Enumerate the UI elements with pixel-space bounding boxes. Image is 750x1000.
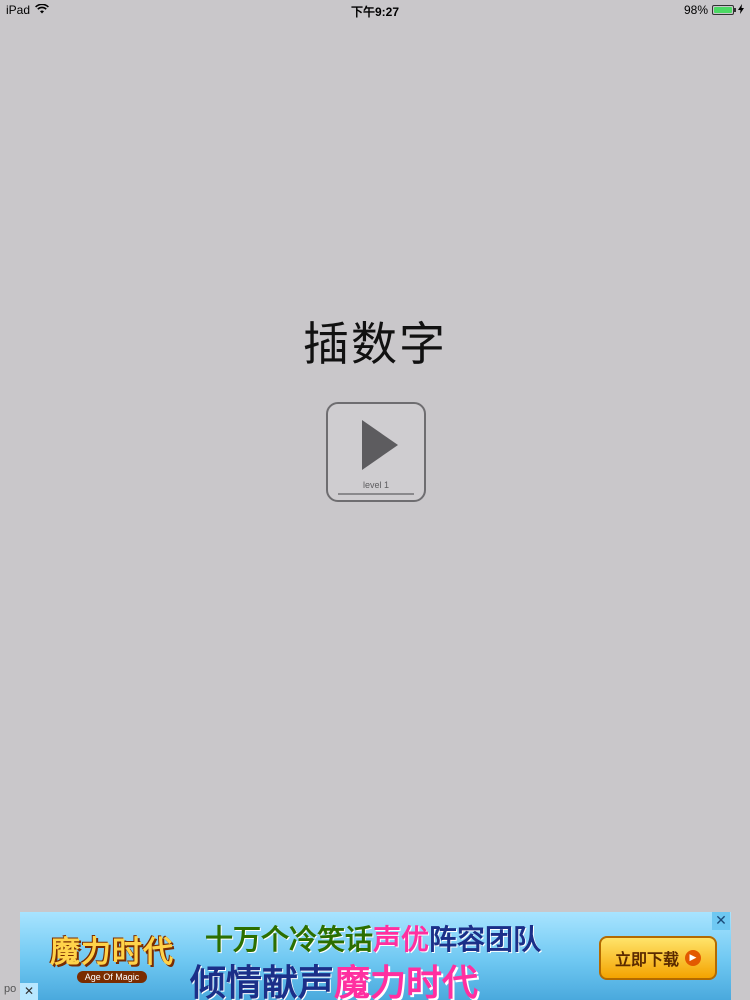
ad-subheadline-part2: 魔力时代: [334, 963, 479, 1000]
ad-headline: 十万个冷笑话声优阵容团队: [205, 918, 541, 958]
ad-provider-label: po: [4, 983, 17, 995]
status-time: 下午9:27: [350, 5, 400, 19]
close-icon[interactable]: ✕: [20, 983, 38, 1000]
ad-headline-part3: 阵容团队: [429, 923, 542, 956]
battery-percent: 98%: [683, 3, 708, 17]
ad-logo-subtitle: Age Of Magic: [76, 971, 148, 983]
ad-download-label: 立即下载: [614, 950, 679, 969]
ad-headline-part2: 声优: [373, 923, 430, 956]
level-label: level 1: [362, 480, 389, 490]
play-icon: [362, 420, 398, 470]
ad-subheadline: 倾情献声魔力时代: [190, 954, 478, 1000]
play-button[interactable]: level 1: [326, 402, 426, 502]
ad-banner[interactable]: 魔力时代 Age Of Magic 十万个冷笑话声优阵容团队 倾情献声魔力时代 …: [20, 912, 731, 1000]
ad-logo-text: 魔力时代: [50, 935, 174, 970]
ad-download-button[interactable]: 立即下载 ▶: [599, 936, 717, 980]
battery-icon: [712, 5, 736, 15]
ad-game-logo: 魔力时代 Age Of Magic: [34, 922, 190, 988]
page-title: 插数字: [303, 317, 447, 371]
level-progress-bar: [338, 493, 414, 495]
ad-subheadline-part1: 倾情献声: [190, 963, 335, 1000]
status-right: 98%: [684, 3, 744, 17]
status-bar: iPad 下午9:27 98%: [0, 0, 750, 20]
bolt-icon: [738, 3, 744, 17]
play-arrow-icon: ▶: [685, 950, 701, 966]
ad-close-icon[interactable]: ✕: [712, 912, 730, 930]
ad-headline-part1: 十万个冷笑话: [205, 923, 374, 956]
